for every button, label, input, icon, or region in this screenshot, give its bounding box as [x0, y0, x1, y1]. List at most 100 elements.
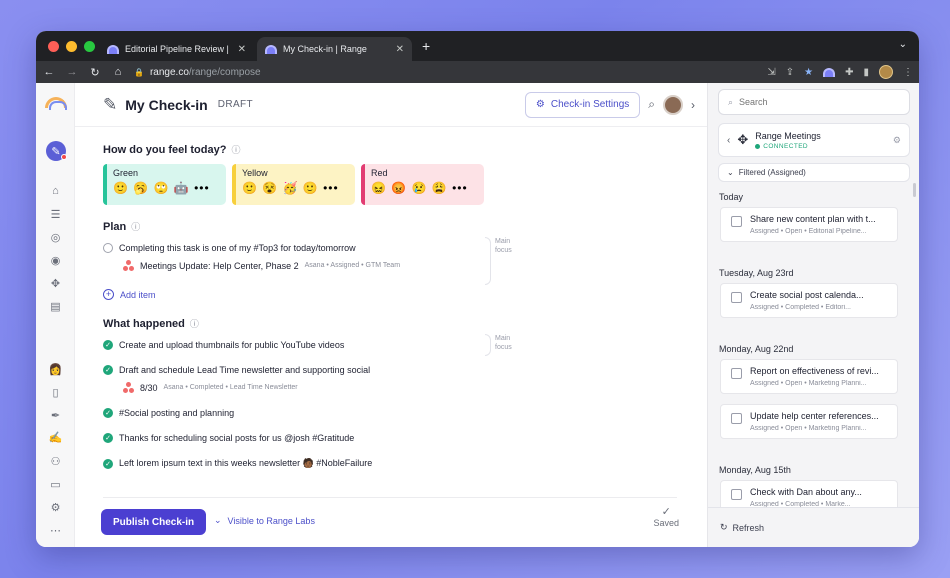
- mood-emojis[interactable]: 🙂 🥱 🙄 🤖 •••: [113, 181, 216, 195]
- install-app-icon[interactable]: ⇲: [767, 67, 775, 78]
- meetings-rail-icon[interactable]: ✥: [36, 277, 75, 290]
- plan-item-checkbox[interactable]: [103, 243, 113, 253]
- linked-task-meta: Asana • Completed • Lead Time Newsletter: [163, 384, 298, 391]
- happened-item[interactable]: ✓ Draft and schedule Lead Time newslette…: [103, 365, 679, 375]
- feedback-rail-icon[interactable]: ▭: [36, 478, 75, 491]
- suggestion-card[interactable]: Update help center references... Assigne…: [720, 404, 898, 439]
- linked-task[interactable]: 8/30 Asana • Completed • Lead Time Newsl…: [123, 382, 679, 393]
- back-icon[interactable]: ←: [42, 66, 56, 78]
- card-checkbox[interactable]: [731, 216, 742, 227]
- mood-red[interactable]: Red 😖 😡 😢 😩 •••: [361, 164, 484, 205]
- checkmark-icon: ✓: [661, 506, 671, 518]
- scrollbar[interactable]: [913, 183, 916, 197]
- card-checkbox[interactable]: [731, 413, 742, 424]
- browser-menu-icon[interactable]: ⋮: [903, 67, 913, 78]
- home-rail-icon[interactable]: ⌂: [36, 185, 75, 197]
- check-circle-rail-icon[interactable]: ◎: [36, 231, 75, 244]
- add-item-button[interactable]: + Add item: [103, 289, 679, 300]
- browser-tab-checkin[interactable]: My Check-in | Range ✕: [257, 37, 412, 61]
- maximize-window-button[interactable]: [84, 41, 95, 52]
- close-tab-icon[interactable]: ✕: [396, 44, 404, 55]
- new-tab-button[interactable]: +: [422, 38, 430, 54]
- mood-emojis[interactable]: 😖 😡 😢 😩 •••: [371, 181, 474, 195]
- tab-search-icon[interactable]: ⌄: [899, 39, 907, 50]
- happened-item-text[interactable]: Thanks for scheduling social posts for u…: [119, 433, 354, 443]
- publish-checkin-button[interactable]: Publish Check-in: [101, 509, 207, 535]
- mood-green[interactable]: Green 🙂 🥱 🙄 🤖 •••: [103, 164, 226, 205]
- home-icon[interactable]: ⌂: [111, 66, 125, 78]
- suggestion-card[interactable]: Share new content plan with t... Assigne…: [720, 207, 898, 242]
- pen-rail-icon[interactable]: ✒: [36, 409, 75, 422]
- extensions-puzzle-icon[interactable]: ✚: [845, 67, 853, 78]
- visibility-dropdown[interactable]: ⌄ Visible to Range Labs: [214, 515, 315, 526]
- compose-checkin-icon[interactable]: ✎: [46, 141, 67, 161]
- happened-item-text[interactable]: #Social posting and planning: [119, 408, 234, 418]
- search-input[interactable]: [739, 97, 890, 107]
- checkin-settings-button[interactable]: ⚙ Check-in Settings: [524, 91, 641, 118]
- info-icon[interactable]: ⓘ: [190, 317, 199, 330]
- minimize-window-button[interactable]: [66, 41, 77, 52]
- plan-item[interactable]: Completing this task is one of my #Top3 …: [103, 243, 679, 253]
- mood-emojis[interactable]: 🙂 😵 🥳 🙂 •••: [242, 181, 345, 195]
- happened-item-text[interactable]: Left lorem ipsum text in this weeks news…: [119, 458, 372, 469]
- filter-dropdown[interactable]: ⌄ Filtered (Assigned): [718, 163, 910, 182]
- range-logo-icon[interactable]: [45, 97, 67, 110]
- add-item-label: Add item: [120, 289, 156, 300]
- day-label: Tuesday, Aug 23rd: [719, 268, 794, 278]
- close-tab-icon[interactable]: ✕: [238, 44, 246, 55]
- card-checkbox[interactable]: [731, 292, 742, 303]
- chevron-left-icon[interactable]: ‹: [727, 135, 730, 146]
- happened-item[interactable]: ✓ Thanks for scheduling social posts for…: [103, 433, 679, 443]
- check-circle-icon[interactable]: ✓: [103, 365, 113, 375]
- integration-settings-icon[interactable]: ⚙: [893, 135, 901, 146]
- more-rail-icon[interactable]: ⋯: [36, 524, 75, 537]
- suggestion-card[interactable]: Create social post calenda... Assigned •…: [720, 283, 898, 318]
- happened-item[interactable]: ✓ Left lorem ipsum text in this weeks ne…: [103, 458, 679, 469]
- reload-icon[interactable]: ↻: [88, 66, 102, 79]
- integration-name: Range Meetings: [755, 130, 821, 141]
- info-icon[interactable]: ⓘ: [231, 143, 240, 156]
- check-circle-icon[interactable]: ✓: [103, 458, 113, 469]
- list-rail-icon[interactable]: ☰: [36, 208, 75, 221]
- share-icon[interactable]: ⇪: [786, 67, 794, 78]
- add-person-rail-icon[interactable]: ⚇: [36, 455, 75, 468]
- linked-task[interactable]: Meetings Update: Help Center, Phase 2 As…: [123, 260, 679, 271]
- suggestion-card[interactable]: Report on effectiveness of revi... Assig…: [720, 359, 898, 394]
- bookmark-star-icon[interactable]: ★: [804, 67, 813, 78]
- card-title: Create social post calenda...: [750, 290, 864, 300]
- profile-avatar[interactable]: [879, 65, 893, 79]
- side-panel-icon[interactable]: ▮: [863, 67, 869, 78]
- gear-icon: ⚙: [535, 99, 545, 110]
- highlight-rail-icon[interactable]: ✍: [36, 431, 75, 444]
- range-extension-icon[interactable]: [823, 67, 836, 77]
- notification-dot: [61, 154, 67, 160]
- plan-item-text[interactable]: Completing this task is one of my #Top3 …: [119, 243, 356, 253]
- happened-item[interactable]: ✓ #Social posting and planning: [103, 408, 679, 418]
- card-checkbox[interactable]: [731, 368, 742, 379]
- address-bar[interactable]: 🔒 range.co/range/compose: [134, 63, 758, 81]
- refresh-button[interactable]: ↻ Refresh: [708, 507, 919, 547]
- check-circle-icon[interactable]: ✓: [103, 340, 113, 350]
- search-icon[interactable]: ⌕: [648, 97, 655, 112]
- forward-icon[interactable]: →: [65, 66, 79, 78]
- happened-item-text[interactable]: Create and upload thumbnails for public …: [119, 340, 344, 350]
- close-window-button[interactable]: [48, 41, 59, 52]
- check-circle-icon[interactable]: ✓: [103, 433, 113, 443]
- browser-tab-editorial[interactable]: Editorial Pipeline Review | Rang ✕: [99, 37, 254, 61]
- card-checkbox[interactable]: [731, 489, 742, 500]
- check-circle-icon[interactable]: ✓: [103, 408, 113, 418]
- document-rail-icon[interactable]: ▯: [36, 386, 75, 399]
- search-field[interactable]: ⌕: [718, 89, 910, 115]
- chevron-right-icon[interactable]: ›: [691, 98, 695, 112]
- mood-yellow[interactable]: Yellow 🙂 😵 🥳 🙂 •••: [232, 164, 355, 205]
- info-icon[interactable]: ⓘ: [131, 220, 140, 233]
- team-member-rail-icon[interactable]: 👩: [36, 363, 75, 376]
- integration-card[interactable]: ‹ ✥ Range Meetings CONNECTED ⚙: [718, 123, 910, 157]
- user-avatar[interactable]: [663, 94, 683, 115]
- goals-rail-icon[interactable]: ◉: [36, 254, 75, 267]
- happened-item-text[interactable]: Draft and schedule Lead Time newsletter …: [119, 365, 370, 375]
- clipboard-rail-icon[interactable]: ▤: [36, 300, 75, 313]
- happened-item[interactable]: ✓ Create and upload thumbnails for publi…: [103, 340, 679, 350]
- card-meta: Assigned • Open • Marketing Planni...: [750, 425, 867, 432]
- settings-sliders-rail-icon[interactable]: ⚙: [36, 501, 75, 514]
